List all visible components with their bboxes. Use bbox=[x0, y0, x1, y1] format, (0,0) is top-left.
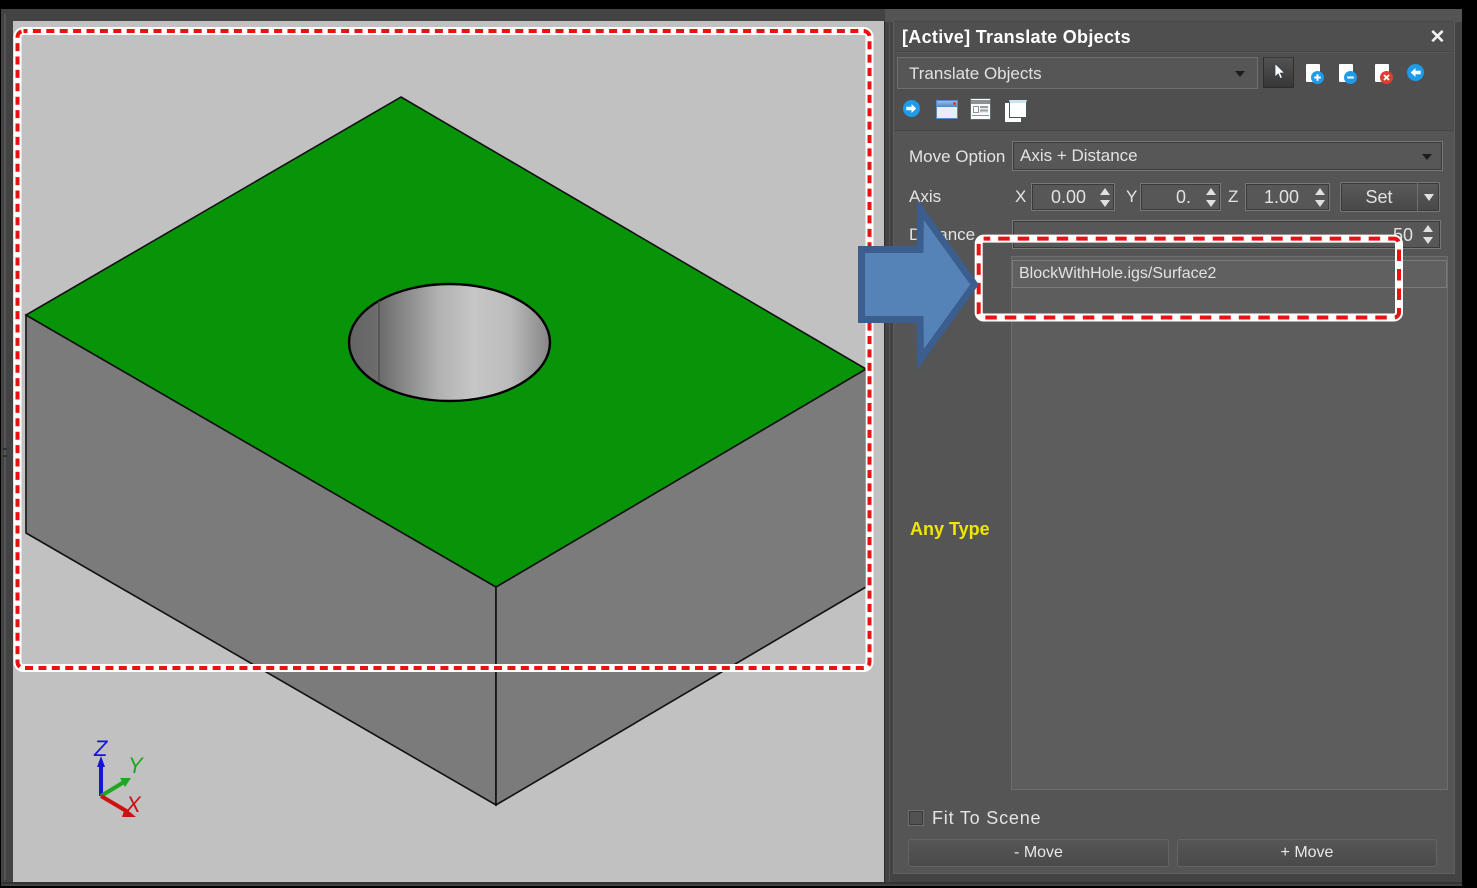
svg-text:Y: Y bbox=[128, 753, 144, 778]
svg-text:X: X bbox=[125, 792, 142, 817]
svg-text:Z: Z bbox=[93, 736, 109, 761]
